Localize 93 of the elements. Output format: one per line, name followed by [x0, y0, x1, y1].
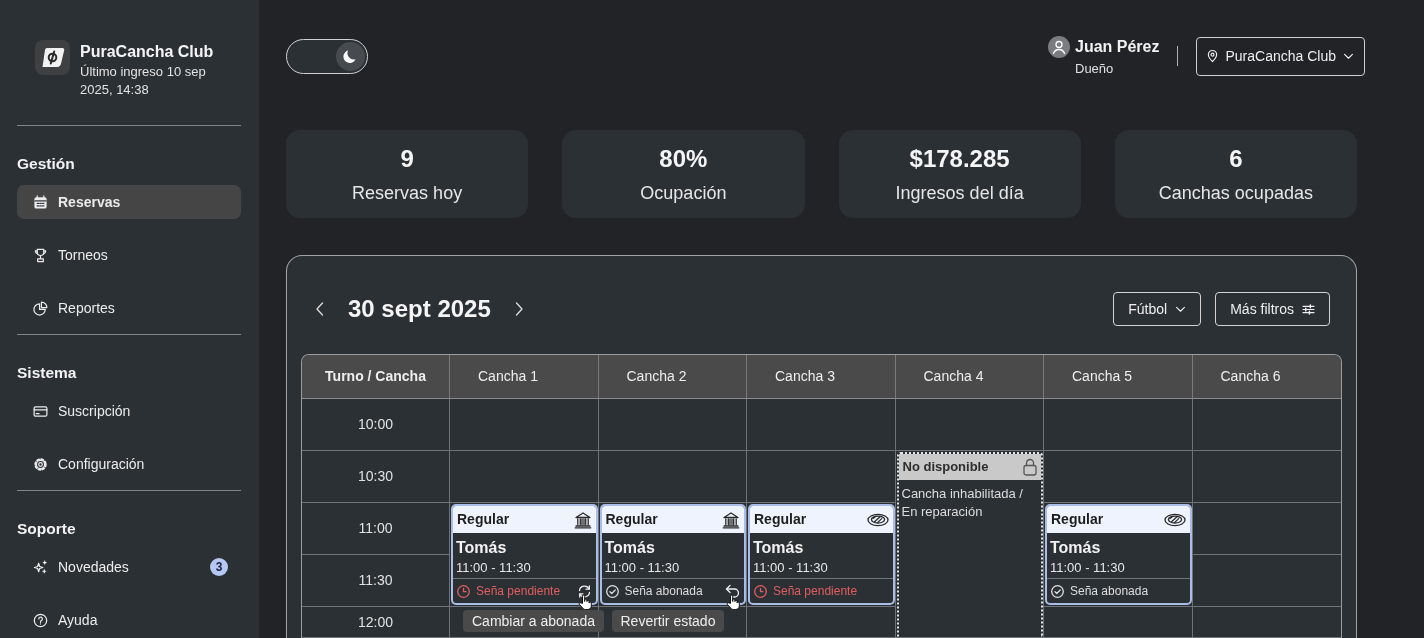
column-header: Turno / Cancha	[302, 355, 450, 399]
column-header: Cancha 4	[895, 355, 1044, 399]
location-pin-icon	[1207, 49, 1219, 63]
column-header: Cancha 3	[747, 355, 896, 399]
bank-icon	[573, 510, 592, 529]
time-cell: 10:00	[302, 399, 450, 451]
tooltip: Cambiar a abonada	[463, 610, 604, 632]
club-select[interactable]: PuraCancha Club	[1196, 36, 1365, 76]
block-note: Cancha inhabilitada / En reparación	[900, 485, 1024, 521]
theme-toggle[interactable]	[286, 38, 368, 74]
customer-name: Tomás	[604, 538, 656, 558]
booking-card[interactable]: Regular Tomás 11:00 - 11:30 Seña pendiente	[748, 504, 895, 605]
column-header: Cancha 5	[1044, 355, 1193, 399]
pie-chart-icon	[33, 300, 48, 316]
customer-name: Tomás	[1050, 538, 1102, 558]
user-name: Juan Pérez	[1075, 36, 1160, 57]
time-cell: 10:30	[302, 451, 450, 503]
sliders-icon	[1302, 303, 1315, 315]
time-range: 11:00 - 11:30	[753, 559, 829, 576]
stat-label: Ingresos del día	[895, 182, 1024, 204]
lock-icon	[1023, 458, 1037, 476]
count-badge: 3	[210, 558, 228, 576]
avatar-icon	[1048, 35, 1070, 58]
payment-status: Seña pendiente	[773, 583, 858, 600]
tooltip: Revertir estado	[611, 610, 725, 632]
booking-card[interactable]: Regular Tomás 11:00 - 11:30 Seña abonada	[1045, 504, 1192, 605]
sidebar-item[interactable]: Reportes	[17, 291, 241, 325]
sidebar-item[interactable]: Torneos	[17, 238, 241, 272]
next-day-button[interactable]	[514, 302, 523, 316]
chevron-down-icon	[1175, 305, 1187, 313]
booking-type: Regular	[605, 510, 658, 529]
stat-value: 9	[400, 145, 414, 173]
gear-icon	[33, 456, 48, 472]
chevron-down-icon	[1343, 52, 1354, 60]
chevron-right-icon	[514, 302, 523, 316]
check-circle-icon	[1051, 584, 1064, 598]
section-heading: Gestión	[17, 154, 76, 174]
hand-cursor-icon	[577, 594, 592, 610]
stat-value: 6	[1229, 145, 1243, 173]
time-cell: 12:00	[302, 607, 450, 638]
filters-button[interactable]: Más filtros	[1215, 292, 1330, 326]
check-circle-icon	[605, 584, 619, 598]
time-cell: 11:00	[302, 503, 450, 555]
time-range: 11:00 - 11:30	[456, 559, 532, 576]
trophy-icon	[33, 247, 48, 263]
payment-status: Seña abonada	[624, 583, 703, 600]
calendar-icon	[33, 194, 48, 210]
stat-label: Canchas ocupadas	[1158, 182, 1313, 204]
coin-icon	[1163, 512, 1186, 527]
last-login-text: Último ingreso 10 sep 2025, 14:38	[80, 63, 207, 99]
time-range: 11:00 - 11:30	[604, 559, 681, 576]
section-heading: Soporte	[17, 519, 77, 539]
booking-type: Regular	[457, 510, 510, 529]
section-heading: Sistema	[17, 363, 78, 383]
sport-dropdown[interactable]: Fútbol	[1113, 292, 1202, 326]
stat-label: Ocupación	[640, 182, 727, 204]
time-range: 11:00 - 11:30	[1050, 559, 1126, 576]
chevron-left-icon	[316, 302, 324, 316]
bank-icon	[722, 510, 740, 529]
column-header: Cancha 1	[450, 355, 599, 399]
column-header: Cancha 6	[1192, 355, 1341, 399]
hand-cursor-icon	[726, 594, 740, 610]
sidebar-item[interactable]: Configuración	[17, 447, 241, 481]
calendar-date: 30 sept 2025	[348, 294, 491, 324]
clock-icon	[457, 584, 470, 598]
sidebar-item[interactable]: Novedades 3	[17, 550, 241, 584]
customer-name: Tomás	[456, 538, 508, 558]
customer-name: Tomás	[753, 538, 805, 558]
logo-icon	[35, 40, 70, 75]
brand-name: PuraCancha Club	[80, 42, 215, 62]
user-role: Dueño	[1075, 60, 1115, 77]
stat-value: 80%	[659, 145, 708, 173]
undo-icon[interactable]	[725, 584, 740, 598]
sidebar-item[interactable]: Reservas	[17, 185, 241, 219]
stat-value: $178.285	[909, 145, 1010, 173]
payment-status: Seña abonada	[1070, 583, 1149, 600]
booking-type: Regular	[1051, 510, 1104, 529]
sparkles-icon	[33, 559, 48, 575]
time-cell: 11:30	[302, 555, 450, 607]
sidebar-item[interactable]: Suscripción	[17, 394, 241, 428]
payment-status: Seña pendiente	[476, 583, 561, 600]
stat-label: Reservas hoy	[352, 182, 463, 204]
refresh-icon[interactable]	[576, 583, 592, 599]
help-icon	[33, 612, 48, 628]
moon-icon	[336, 41, 365, 71]
booking-type: Regular	[754, 510, 807, 529]
coin-icon	[866, 512, 889, 527]
sidebar-item[interactable]: Ayuda	[17, 603, 241, 637]
column-header: Cancha 2	[598, 355, 747, 399]
credit-card-icon	[33, 403, 48, 419]
block-title: No disponible	[902, 458, 989, 477]
clock-icon	[754, 584, 767, 598]
previous-day-button[interactable]	[316, 302, 324, 316]
